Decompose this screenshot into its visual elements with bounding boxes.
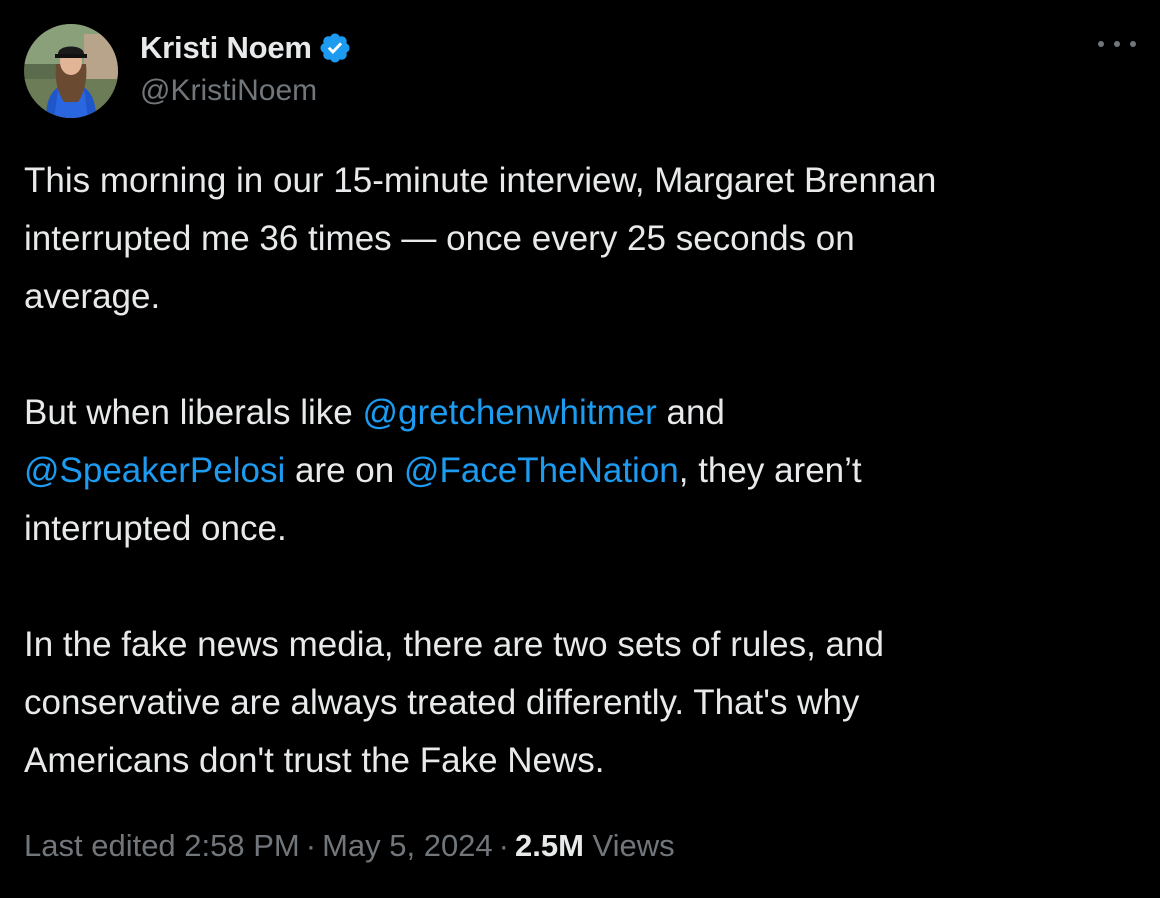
post-date[interactable]: May 5, 2024 [322,828,493,863]
tweet-paragraph-3: In the fake news media, there are two se… [24,616,1134,790]
text-line: In the fake news media, there are two se… [24,625,884,664]
tweet: Kristi Noem @KristiNoem This morning in … [0,0,1160,898]
dot-icon [1098,41,1104,47]
text-line: This morning in our 15-minute interview,… [24,161,937,200]
avatar[interactable] [24,24,118,118]
separator: · [305,828,317,863]
edited-timestamp[interactable]: Last edited 2:58 PM [24,828,300,863]
mention-link-facethenation[interactable]: @FaceTheNation [404,451,679,490]
more-options-icon[interactable] [1098,34,1136,54]
text-line: average. [24,277,161,316]
text-segment: But when liberals like [24,393,363,432]
author-handle[interactable]: @KristiNoem [140,74,317,108]
text-line: But when liberals like @gretchenwhitmer … [24,384,1134,442]
text-line: Americans don't trust the Fake News. [24,741,605,780]
mention-link-speakerpelosi[interactable]: @SpeakerPelosi [24,451,285,490]
text-segment: and [656,393,725,432]
text-segment: are on [285,451,404,490]
text-line: interrupted once. [24,509,287,548]
text-line: @SpeakerPelosi are on @FaceTheNation, th… [24,442,1134,500]
author-name[interactable]: Kristi Noem [140,30,312,66]
tweet-paragraph-2: But when liberals like @gretchenwhitmer … [24,384,1134,558]
text-line: conservative are always treated differen… [24,683,860,722]
verified-badge-icon[interactable] [318,31,352,65]
text-line: interrupted me 36 times — once every 25 … [24,219,855,258]
views-label: Views [592,828,675,863]
tweet-text: This morning in our 15-minute interview,… [24,152,1134,790]
views-count[interactable]: 2.5M [515,828,584,863]
separator: · [498,828,509,863]
dot-icon [1114,41,1120,47]
text-segment: , they aren’t [678,451,862,490]
tweet-paragraph-1: This morning in our 15-minute interview,… [24,152,1134,326]
author-name-row: Kristi Noem [140,28,352,68]
mention-link-gretchenwhitmer[interactable]: @gretchenwhitmer [363,393,657,432]
tweet-meta: Last edited 2:58 PM · May 5, 2024 · 2.5M Vie… [24,828,675,864]
dot-icon [1130,41,1136,47]
